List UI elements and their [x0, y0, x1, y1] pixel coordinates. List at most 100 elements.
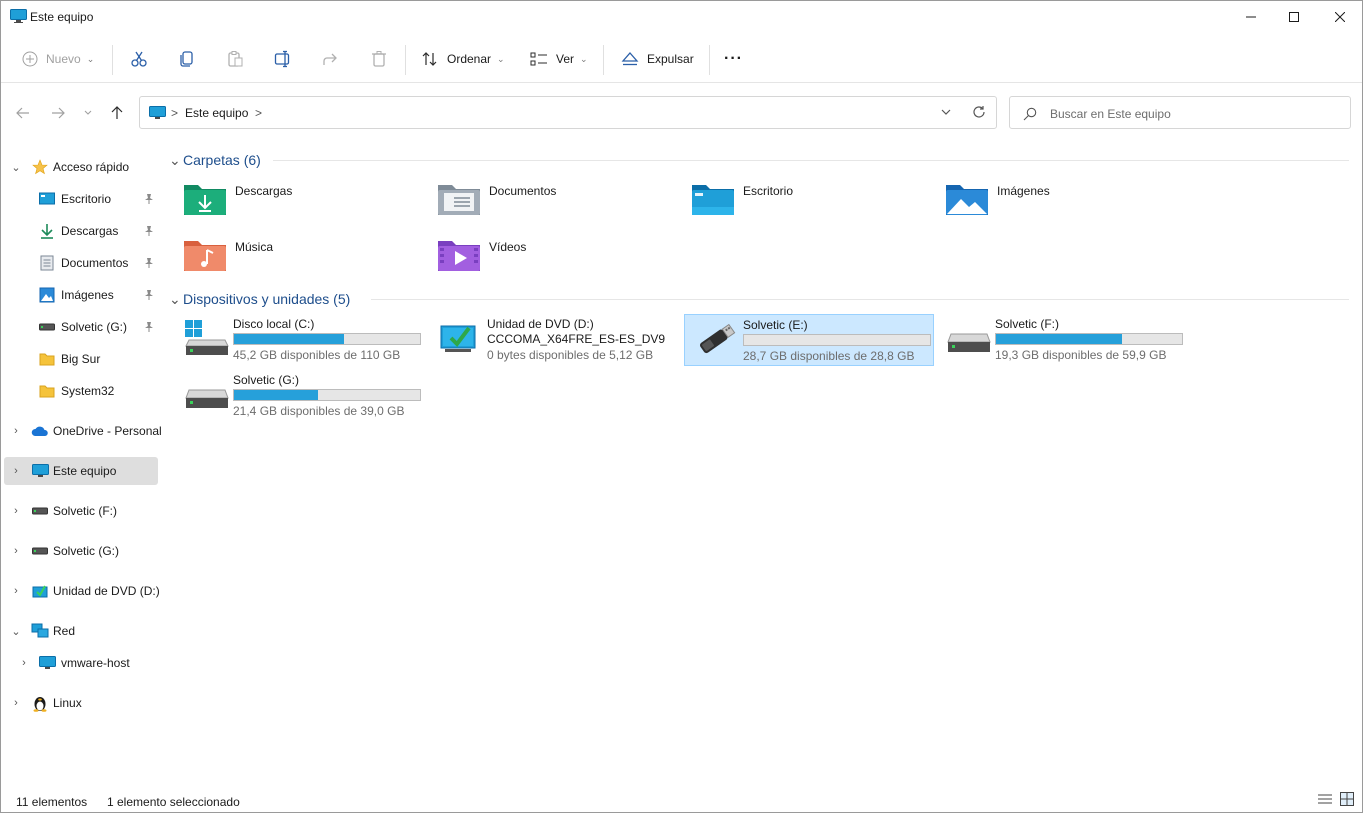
this-pc-icon	[10, 9, 27, 23]
eject-button[interactable]: Expulsar	[621, 37, 694, 81]
drive-tile-c[interactable]: Disco local (C:) 45,2 GB disponibles de …	[175, 314, 425, 366]
folder-label: Documentos	[489, 184, 557, 198]
drive-volume-label: CCCOMA_X64FRE_ES-ES_DV9	[487, 332, 666, 346]
sidebar-item-onedrive[interactable]: › OneDrive - Personal	[4, 417, 162, 445]
drive-tile-e[interactable]: Solvetic (E:) 28,7 GB disponibles de 28,…	[684, 314, 934, 366]
new-button[interactable]: Nuevo ⌄	[22, 37, 94, 81]
chevron-down-icon[interactable]: ⌄	[10, 161, 22, 174]
chevron-right-icon[interactable]: ›	[10, 585, 22, 597]
chevron-right-icon[interactable]: ›	[10, 697, 22, 709]
close-button[interactable]	[1317, 1, 1363, 33]
tiles-view-icon	[1340, 792, 1354, 806]
sidebar-item-label: Big Sur	[61, 352, 101, 366]
chevron-right-icon[interactable]: ›	[10, 505, 22, 517]
window-title: Este equipo	[30, 10, 94, 24]
copy-button[interactable]	[178, 37, 196, 81]
folder-tile-desktop[interactable]: Escritorio	[679, 177, 929, 225]
plus-circle-icon	[22, 51, 38, 67]
drive-tile-d[interactable]: Unidad de DVD (D:) CCCOMA_X64FRE_ES-ES_D…	[429, 314, 679, 366]
sidebar-item-documents[interactable]: Documentos	[4, 249, 158, 277]
desktop-folder-icon	[692, 185, 734, 215]
view-label: Ver	[556, 52, 575, 66]
sidebar-item-label: Solvetic (F:)	[53, 504, 118, 518]
folder-label: Música	[235, 240, 274, 254]
refresh-icon[interactable]	[972, 105, 986, 119]
breadcrumb-item[interactable]: Este equipo	[185, 106, 248, 120]
sort-button[interactable]: Ordenar ⌄	[421, 37, 505, 81]
pictures-folder-icon	[946, 185, 988, 215]
eject-label: Expulsar	[647, 52, 694, 66]
drive-free-space: 19,3 GB disponibles de 59,9 GB	[995, 348, 1167, 362]
drive-free-space: 28,7 GB disponibles de 28,8 GB	[743, 349, 915, 363]
forward-button[interactable]	[48, 101, 68, 125]
sidebar-item-solvetic-g[interactable]: Solvetic (G:)	[4, 313, 158, 341]
details-view-button[interactable]	[1315, 789, 1335, 809]
sort-label: Ordenar	[447, 52, 492, 66]
folder-tile-videos[interactable]: Vídeos	[425, 233, 675, 281]
delete-button[interactable]	[370, 37, 388, 81]
search-box[interactable]: Buscar en Este equipo	[1009, 96, 1351, 129]
folder-tile-documents[interactable]: Documentos	[425, 177, 675, 225]
folder-tile-pictures[interactable]: Imágenes	[933, 177, 1183, 225]
details-view-icon	[1318, 794, 1332, 804]
sidebar-item-network[interactable]: ⌄ Red	[4, 617, 158, 645]
drive-icon	[947, 333, 991, 352]
sidebar-item-system32[interactable]: System32	[4, 377, 158, 405]
share-button[interactable]	[322, 37, 340, 81]
drive-tile-f[interactable]: Solvetic (F:) 19,3 GB disponibles de 59,…	[937, 314, 1187, 366]
sidebar-item-solvetic-f[interactable]: › Solvetic (F:)	[4, 497, 158, 525]
sidebar-item-downloads[interactable]: Descargas	[4, 217, 158, 245]
more-options-button[interactable]: ···	[724, 37, 743, 81]
capacity-bar	[995, 333, 1183, 345]
back-button[interactable]	[13, 101, 33, 125]
pictures-icon	[38, 286, 56, 304]
tiles-view-button[interactable]	[1337, 789, 1357, 809]
downloads-folder-icon	[184, 185, 226, 215]
chevron-right-icon[interactable]: ›	[10, 545, 22, 557]
sidebar-item-dvd[interactable]: › Unidad de DVD (D:)	[4, 577, 160, 605]
paste-button[interactable]	[226, 37, 244, 81]
chevron-down-icon[interactable]: ⌄	[10, 625, 22, 638]
view-button[interactable]: Ver ⌄	[530, 37, 588, 81]
up-button[interactable]	[107, 101, 127, 125]
more-options-icon: ···	[724, 50, 743, 67]
breadcrumb-separator[interactable]: >	[255, 106, 262, 120]
maximize-button[interactable]	[1271, 1, 1317, 33]
cut-button[interactable]	[130, 37, 148, 81]
drive-tile-g[interactable]: Solvetic (G:) 21,4 GB disponibles de 39,…	[175, 370, 425, 422]
sidebar-item-label: Solvetic (G:)	[53, 544, 120, 558]
minimize-button[interactable]	[1228, 1, 1274, 33]
search-icon	[1023, 107, 1037, 121]
chevron-right-icon[interactable]: ›	[10, 465, 22, 477]
group-header-folders[interactable]: ⌄ Carpetas (6)	[169, 149, 261, 171]
chevron-right-icon[interactable]: ›	[10, 425, 22, 437]
folder-tile-downloads[interactable]: Descargas	[171, 177, 421, 225]
chevron-down-icon: ⌄	[169, 290, 181, 307]
sidebar-item-label: Imágenes	[61, 288, 114, 302]
sidebar-item-label: Linux	[53, 696, 82, 710]
sidebar-item-solvetic-g-drive[interactable]: › Solvetic (G:)	[4, 537, 158, 565]
folder-tile-music[interactable]: Música	[171, 233, 421, 281]
group-header-devices[interactable]: ⌄ Dispositivos y unidades (5)	[169, 288, 350, 310]
sidebar-item-linux[interactable]: › Linux	[4, 689, 158, 717]
sidebar-item-vmware-host[interactable]: › vmware-host	[4, 649, 158, 677]
capacity-bar-fill	[234, 334, 344, 344]
address-bar[interactable]: > Este equipo >	[139, 96, 997, 129]
item-count: 11 elementos	[16, 795, 88, 809]
breadcrumb-separator: >	[171, 106, 179, 120]
usb-drive-icon	[699, 323, 736, 354]
eject-icon	[621, 52, 639, 66]
chevron-down-icon[interactable]	[940, 106, 952, 118]
folder-icon	[38, 382, 56, 400]
chevron-right-icon[interactable]: ›	[18, 657, 30, 669]
selection-count: 1 elemento seleccionado	[107, 795, 240, 809]
rename-button[interactable]	[274, 37, 292, 81]
sidebar-item-this-pc[interactable]: › Este equipo	[4, 457, 158, 485]
recent-locations-button[interactable]	[78, 101, 98, 125]
navigation-pane: ⌄ Acceso rápido Escritorio Descargas Doc…	[1, 149, 162, 789]
sidebar-item-big-sur[interactable]: Big Sur	[4, 345, 158, 373]
sidebar-item-quick-access[interactable]: ⌄ Acceso rápido	[4, 153, 158, 181]
chevron-down-icon: ⌄	[86, 53, 95, 64]
sidebar-item-pictures[interactable]: Imágenes	[4, 281, 158, 309]
sidebar-item-desktop[interactable]: Escritorio	[4, 185, 158, 213]
